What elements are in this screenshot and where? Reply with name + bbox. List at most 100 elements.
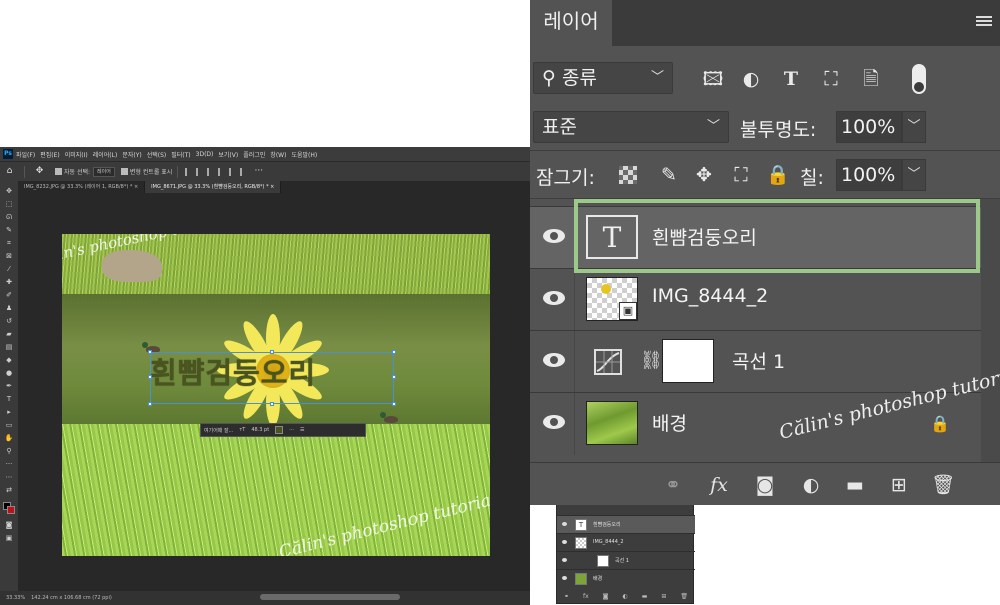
new-layer-icon[interactable]: ⊞	[661, 593, 666, 600]
transform-controls-checkbox[interactable]	[120, 168, 128, 175]
lock-artboard-icon[interactable]: ⛶	[728, 162, 754, 188]
type-tool-icon[interactable]: T	[4, 395, 14, 404]
menu-window[interactable]: 창(W)	[270, 150, 286, 159]
transform-handle[interactable]	[392, 350, 396, 354]
blend-mode-dropdown[interactable]: 표준 ﹀	[533, 111, 729, 143]
opacity-input[interactable]: 100%	[836, 111, 902, 143]
auto-select-checkbox[interactable]	[55, 168, 62, 175]
context-font-size[interactable]: 48.3 pt	[251, 427, 269, 433]
align-center-icon[interactable]	[196, 167, 203, 176]
tab-layers[interactable]: 레이어	[530, 0, 612, 46]
document-photo[interactable]: 흰뺨검둥오리 여기어때 잘... ᴛT 48.3 pt ··· ☰ Călin'…	[62, 234, 490, 556]
menu-edit[interactable]: 편집(E)	[40, 150, 60, 159]
menu-filter[interactable]: 필터(T)	[171, 150, 190, 159]
lasso-tool-icon[interactable]: ᘏ	[4, 213, 14, 222]
transform-handle[interactable]	[148, 350, 152, 354]
folder-icon[interactable]: ▬	[842, 473, 868, 497]
context-settings-icon[interactable]: ☰	[300, 427, 304, 433]
layer-name[interactable]: 배경	[652, 409, 687, 436]
home-icon[interactable]: ⌂	[4, 166, 15, 177]
menu-3d[interactable]: 3D(D)	[196, 151, 214, 158]
mask-icon[interactable]: ◙	[752, 473, 778, 497]
eraser-tool-icon[interactable]: ▰	[4, 330, 14, 339]
context-font-select[interactable]: 여기어때 잘...	[204, 427, 233, 434]
link-icon[interactable]: ⚭	[660, 473, 686, 497]
tab-img-8671[interactable]: IMG_8671.JPG @ 33.3% (흰뺨검둥오리, RGB/8*) * …	[145, 181, 282, 193]
eye-icon[interactable]	[543, 353, 565, 367]
quick-select-tool-icon[interactable]: ✎	[4, 226, 14, 235]
type-filter-icon[interactable]: T	[778, 66, 804, 92]
menu-select[interactable]: 선택(S)	[147, 150, 167, 159]
new-layer-icon[interactable]: ⊞	[886, 473, 912, 497]
context-more-icon[interactable]: ···	[289, 427, 294, 433]
mini-layer-row[interactable]: T 흰뺨검둥오리	[557, 515, 695, 533]
fill-input[interactable]: 100%	[836, 159, 902, 191]
quick-mask-icon[interactable]: ◙	[4, 521, 14, 530]
stamp-tool-icon[interactable]: ♟	[4, 304, 14, 313]
align-top-icon[interactable]	[218, 167, 225, 176]
screen-mode-icon[interactable]: ▣	[4, 534, 14, 543]
mini-layer-row[interactable]: 배경	[557, 569, 695, 587]
fx-icon[interactable]: fx	[706, 473, 732, 497]
hand-tool-icon[interactable]: ✋	[4, 434, 14, 443]
history-brush-tool-icon[interactable]: ↺	[4, 317, 14, 326]
crop-tool-icon[interactable]: ⌗	[4, 239, 14, 248]
eye-icon[interactable]	[562, 540, 567, 544]
layer-row-smart-object[interactable]: ▣ IMG_8444_2	[530, 268, 1000, 331]
dodge-tool-icon[interactable]: ●	[4, 369, 14, 378]
layers-scrollbar[interactable]	[981, 199, 1000, 462]
link-icon[interactable]: ⚭	[564, 593, 569, 600]
edit-toolbar-icon[interactable]: ⋯	[4, 473, 14, 482]
fx-icon[interactable]: fx	[583, 593, 589, 600]
adjustment-icon[interactable]: ◐	[798, 473, 824, 497]
menu-view[interactable]: 보기(V)	[218, 150, 238, 159]
more-options-icon[interactable]: ···	[253, 166, 264, 177]
shape-tool-icon[interactable]: ▭	[4, 421, 14, 430]
trash-icon[interactable]: 🗑	[680, 593, 688, 600]
align-right-icon[interactable]	[207, 167, 214, 176]
auto-select-dropdown[interactable]: 레이어	[93, 166, 115, 177]
move-tool-icon[interactable]: ✥	[4, 187, 14, 196]
brush-tool-icon[interactable]: ✐	[4, 291, 14, 300]
eyedropper-tool-icon[interactable]: ⁄	[4, 265, 14, 274]
transform-handle[interactable]	[148, 402, 152, 406]
align-left-icon[interactable]	[185, 167, 192, 176]
text-bounding-box[interactable]	[148, 350, 396, 406]
move-tool-icon[interactable]: ✥	[34, 166, 45, 177]
filter-toggle[interactable]	[912, 64, 926, 94]
path-select-tool-icon[interactable]: ▸	[4, 408, 14, 417]
menu-type[interactable]: 문자(Y)	[122, 150, 141, 159]
frame-tool-icon[interactable]: ⊠	[4, 252, 14, 261]
blur-tool-icon[interactable]: ◆	[4, 356, 14, 365]
mask-icon[interactable]: ◙	[603, 593, 609, 600]
adjustment-icon[interactable]: ◐	[622, 593, 627, 600]
swap-colors-icon[interactable]: ⇄	[4, 486, 14, 495]
lock-image-pixels-icon[interactable]: ✎	[656, 162, 682, 188]
shape-filter-icon[interactable]: ⛶	[818, 66, 844, 92]
lock-position-icon[interactable]: ✥	[691, 162, 717, 188]
gradient-tool-icon[interactable]: ▤	[4, 343, 14, 352]
menu-help[interactable]: 도움말(H)	[291, 150, 317, 159]
adjustment-filter-icon[interactable]: ◐	[738, 66, 764, 92]
horizontal-scrollbar[interactable]	[260, 594, 400, 600]
zoom-level[interactable]: 33.33%	[6, 595, 25, 601]
chain-link-icon[interactable]: ⛓	[640, 349, 663, 373]
eye-icon[interactable]	[543, 415, 565, 429]
menu-layer[interactable]: 레이어(L)	[93, 150, 118, 159]
background-color-swatch[interactable]	[7, 506, 15, 514]
eye-icon[interactable]	[562, 558, 567, 562]
layer-row-curves[interactable]: ⛓ 곡선 1	[530, 330, 1000, 393]
trash-icon[interactable]: 🗑	[930, 473, 956, 497]
lock-transparent-pixels-icon[interactable]	[619, 166, 637, 184]
eye-icon[interactable]	[562, 576, 567, 580]
panel-menu-icon[interactable]	[976, 16, 992, 30]
align-middle-icon[interactable]	[229, 167, 236, 176]
transform-handle[interactable]	[392, 402, 396, 406]
smart-object-filter-icon[interactable]: 🗎	[858, 66, 884, 92]
eye-icon[interactable]	[543, 229, 565, 243]
transform-handle[interactable]	[392, 375, 396, 379]
eye-icon[interactable]	[562, 522, 567, 526]
layer-name[interactable]: IMG_8444_2	[652, 285, 768, 307]
transform-handle[interactable]	[270, 402, 274, 406]
zoom-tool-icon[interactable]: ⚲	[4, 447, 14, 456]
